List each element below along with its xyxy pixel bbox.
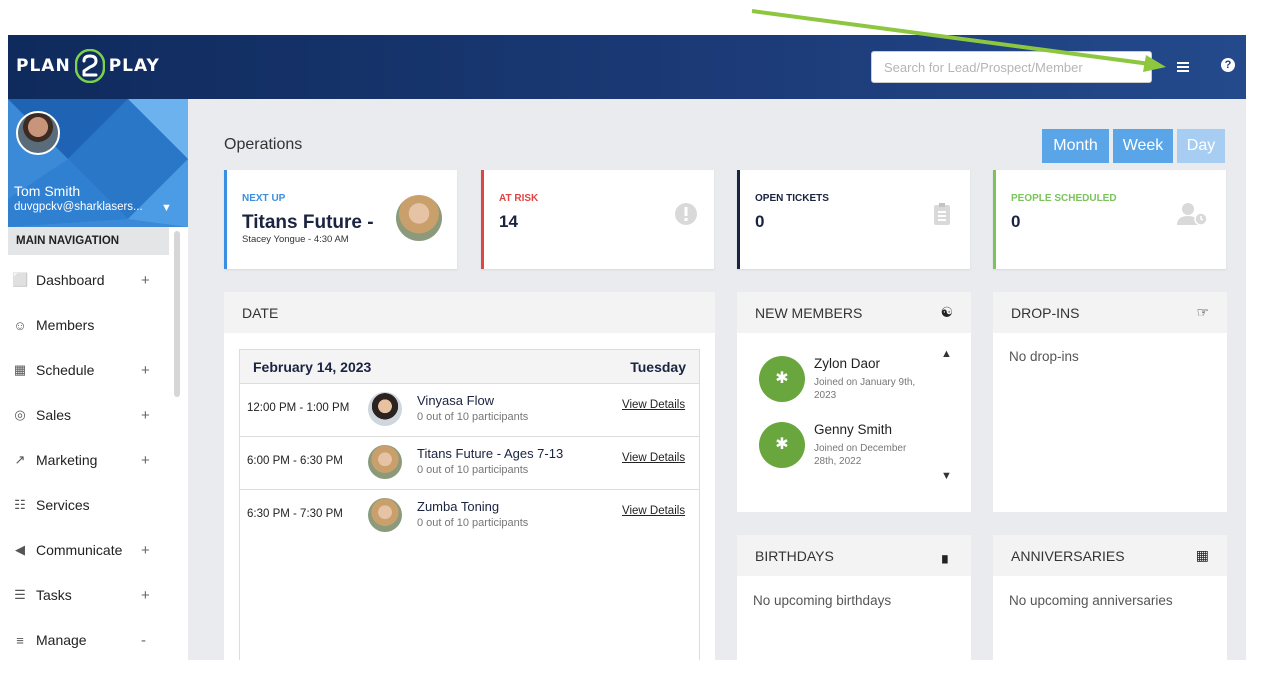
annotation-arrow bbox=[751, 9, 1166, 72]
